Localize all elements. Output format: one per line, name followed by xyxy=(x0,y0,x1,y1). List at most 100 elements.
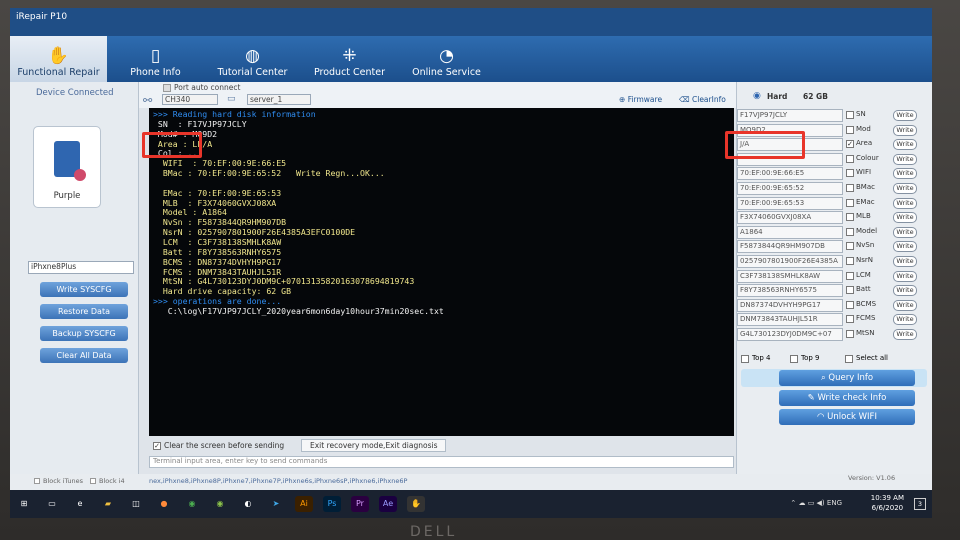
field-value[interactable]: 0257907801900F26E4385A xyxy=(737,255,843,268)
start-icon[interactable]: ⊞ xyxy=(15,496,33,512)
chat-icon: ◔ xyxy=(439,46,454,66)
write-button[interactable]: Write xyxy=(893,314,917,326)
write-button[interactable]: Write xyxy=(893,153,917,165)
write-check-info-button[interactable]: ✎ Write check Info xyxy=(779,390,915,406)
field-checkbox[interactable] xyxy=(846,154,854,163)
server-select[interactable]: server_1 xyxy=(247,94,311,105)
network-icon[interactable]: ▭ xyxy=(808,499,815,507)
app-icon[interactable]: ◉ xyxy=(211,496,229,512)
write-button[interactable]: Write xyxy=(893,329,917,340)
edge-icon[interactable]: e xyxy=(71,496,89,512)
field-value[interactable]: DNM73843TAUHJL51R xyxy=(737,313,843,327)
firmware-button[interactable]: ⊕ Firmware xyxy=(619,95,662,104)
field-checkbox[interactable] xyxy=(846,111,854,119)
tab-product-center[interactable]: ⁜ Product Center xyxy=(301,36,398,82)
field-value[interactable]: F8Y738563RNHY6575 xyxy=(737,284,843,298)
field-checkbox[interactable] xyxy=(846,198,854,207)
field-checkbox[interactable] xyxy=(846,227,854,236)
after-effects-icon[interactable]: Ae xyxy=(379,496,397,512)
language[interactable]: ENG xyxy=(827,499,842,507)
field-checkbox[interactable] xyxy=(846,242,854,251)
media-icon[interactable]: ◐ xyxy=(239,496,257,512)
write-button[interactable]: Write xyxy=(893,168,917,180)
file-explorer-icon[interactable]: ▰ xyxy=(99,496,117,512)
field-checkbox[interactable] xyxy=(846,330,854,338)
volume-icon[interactable]: ◀) xyxy=(817,499,825,507)
firefox-icon[interactable]: ● xyxy=(155,496,173,512)
field-checkbox[interactable] xyxy=(846,213,854,222)
field-checkbox[interactable] xyxy=(846,300,854,309)
field-value[interactable]: DN87374DVHYH9PG17 xyxy=(737,298,843,312)
clear-info-button[interactable]: ⌫ ClearInfo xyxy=(679,95,726,104)
exit-recovery-button[interactable]: Exit recovery mode,Exit diagnosis xyxy=(301,439,447,452)
field-value[interactable]: F3X74060GVXJ08XA xyxy=(737,211,843,225)
field-checkbox[interactable] xyxy=(846,286,854,295)
write-button[interactable]: Write xyxy=(893,256,917,267)
top4-checkbox[interactable] xyxy=(741,355,749,363)
chrome-icon[interactable]: ◉ xyxy=(183,496,201,512)
field-value[interactable]: 70:EF:00:9E:65:53 xyxy=(737,196,843,210)
restore-data-button[interactable]: Restore Data xyxy=(40,304,128,319)
block-itunes-checkbox[interactable] xyxy=(34,478,40,484)
field-checkbox[interactable] xyxy=(846,184,854,192)
block-i4-checkbox[interactable] xyxy=(90,478,96,484)
write-button[interactable]: Write xyxy=(893,183,917,194)
telegram-icon[interactable]: ➤ xyxy=(267,496,285,512)
write-button[interactable]: Write xyxy=(893,241,917,253)
irepair-icon[interactable]: ✋ xyxy=(407,496,425,512)
write-button[interactable]: Write xyxy=(893,299,917,311)
tab-tutorial-center[interactable]: ◍ Tutorial Center xyxy=(204,36,301,82)
field-checkbox[interactable] xyxy=(846,257,854,265)
premiere-icon[interactable]: Pr xyxy=(351,496,369,512)
write-button[interactable]: Write xyxy=(893,124,917,136)
tab-phone-info[interactable]: ▯ Phone Info xyxy=(107,36,204,82)
field-value[interactable]: 70:EF:00:9E:65:52 xyxy=(737,182,843,195)
clear-all-data-button[interactable]: Clear All Data xyxy=(40,348,128,363)
store-icon[interactable]: ◫ xyxy=(127,496,145,512)
terminal-input[interactable]: Terminal input area, enter key to send c… xyxy=(149,456,734,468)
field-checkbox[interactable] xyxy=(846,125,854,134)
chevron-up-icon[interactable]: ⌃ xyxy=(790,499,796,507)
write-button[interactable]: Write xyxy=(893,110,917,121)
device-name: Purple xyxy=(53,191,81,201)
field-checkbox[interactable] xyxy=(846,271,854,280)
illustrator-icon[interactable]: Ai xyxy=(295,496,313,512)
write-syscfg-button[interactable]: Write SYSCFG xyxy=(40,282,128,297)
field-value[interactable]: 70:EF:00:9E:66:E5 xyxy=(737,167,843,181)
query-info-button[interactable]: ⌕ Query Info xyxy=(779,370,915,386)
field-checkbox[interactable]: ✓ xyxy=(846,140,854,149)
port-select[interactable]: CH340 xyxy=(162,94,218,105)
photoshop-icon[interactable]: Ps xyxy=(323,496,341,512)
field-value[interactable]: C3F738138SMHLK8AW xyxy=(737,269,843,283)
task-view-icon[interactable]: ▭ xyxy=(43,496,61,512)
clear-screen-checkbox[interactable]: ✓ xyxy=(153,442,161,450)
write-button[interactable]: Write xyxy=(893,139,917,151)
port-auto-checkbox[interactable] xyxy=(163,84,171,92)
tab-online-service[interactable]: ◔ Online Service xyxy=(398,36,495,82)
write-button[interactable]: Write xyxy=(893,226,917,238)
unlock-wifi-button[interactable]: ◠ Unlock WIFI xyxy=(779,409,915,425)
field-label: MtSN xyxy=(856,329,875,337)
search-icon: ⌕ xyxy=(820,373,826,383)
field-checkbox[interactable] xyxy=(846,315,854,324)
terminal-line: BMac : 70:EF:00:9E:65:52 Write Regn...OK… xyxy=(153,168,385,179)
field-value[interactable]: G4L730123DYJ0DM9C+07 xyxy=(737,328,843,341)
write-button[interactable]: Write xyxy=(893,197,917,209)
write-button[interactable]: Write xyxy=(893,270,917,282)
top9-checkbox[interactable] xyxy=(790,355,798,363)
device-card[interactable]: Purple xyxy=(33,126,101,208)
write-button[interactable]: Write xyxy=(893,212,917,224)
select-all-checkbox[interactable] xyxy=(845,355,853,363)
model-select[interactable]: iPhxne8Plus xyxy=(28,261,134,274)
backup-syscfg-button[interactable]: Backup SYSCFG xyxy=(40,326,128,341)
tab-functional-repair[interactable]: ✋ Functional Repair xyxy=(10,36,107,82)
field-checkbox[interactable] xyxy=(846,169,854,178)
clock[interactable]: 10:39 AM 6/6/2020 xyxy=(871,493,904,513)
field-row-bmac: 70:EF:00:9E:65:52 BMac Write xyxy=(737,182,932,195)
field-value[interactable]: F5873844QR9HM907DB xyxy=(737,240,843,254)
field-value[interactable]: F17VJP97JCLY xyxy=(737,109,843,122)
field-row-lcm: C3F738138SMHLK8AW LCM Write xyxy=(737,269,932,283)
notification-badge[interactable]: 3 xyxy=(914,498,926,510)
write-button[interactable]: Write xyxy=(893,285,917,297)
field-value[interactable]: A1864 xyxy=(737,225,843,239)
